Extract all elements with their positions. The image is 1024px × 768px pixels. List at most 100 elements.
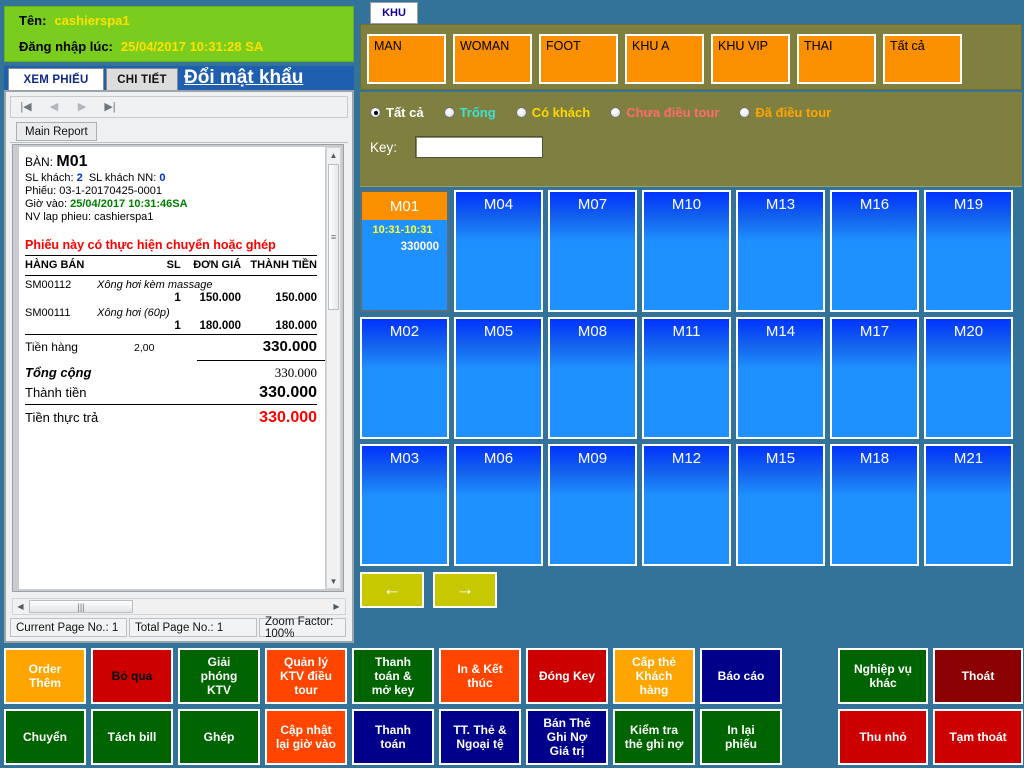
right-panel: KHU MAN WOMAN FOOT KHU A KHU VIP THAI Tấ… <box>358 0 1024 645</box>
radio-chua-dieu-tour[interactable]: Chưa điều tour <box>610 105 719 120</box>
button-giai-phong-ktv[interactable]: GiảiphóngKTV <box>178 648 260 704</box>
login-time-row: Đăng nhập lúc: 25/04/2017 10:31:28 SA <box>5 33 353 59</box>
button-tach-bill[interactable]: Tách bill <box>91 709 173 765</box>
button-ghep[interactable]: Ghép <box>178 709 260 765</box>
table-cell-name: M18 <box>832 450 917 467</box>
horizontal-scroll-thumb[interactable]: ||| <box>29 600 133 613</box>
table-cell-name: M14 <box>738 323 823 340</box>
button-kiem-tra-the-ghi-no[interactable]: Kiểm trathẻ ghi nợ <box>613 709 695 765</box>
radio-trong[interactable]: Trống <box>444 105 496 120</box>
table-cell-m11[interactable]: M11 <box>642 317 731 439</box>
receipt-col-goods: HÀNG BÁN <box>25 259 134 271</box>
receipt-vertical-scrollbar[interactable]: ▲ ≡ ▼ <box>326 147 341 589</box>
receipt-payable-amount: 330.000 <box>192 409 317 427</box>
last-page-icon[interactable]: ▶| <box>103 100 117 114</box>
button-bo-qua[interactable]: Bỏ qua <box>91 648 173 704</box>
table-cell-m04[interactable]: M04 <box>454 190 543 312</box>
receipt-col-qty: SL <box>134 259 181 271</box>
table-cell-m13[interactable]: M13 <box>736 190 825 312</box>
tab-xem-phieu[interactable]: XEM PHIẾU <box>8 68 104 90</box>
next-page-icon[interactable]: ▶ <box>75 100 89 114</box>
receipt-scroll-area: BÀN: M01 SL khách: 2 SL khách NN: 0 Phiế… <box>12 144 344 592</box>
zone-button-foot[interactable]: FOOT <box>539 34 618 84</box>
table-cell-m06[interactable]: M06 <box>454 444 543 566</box>
table-cell-m07[interactable]: M07 <box>548 190 637 312</box>
login-name-value: cashierspa1 <box>54 13 129 28</box>
button-chuyen[interactable]: Chuyển <box>4 709 86 765</box>
prev-page-icon[interactable]: ◀ <box>47 100 61 114</box>
table-cell-name: M15 <box>738 450 823 467</box>
button-tt-the-ngoai-te[interactable]: TT. Thẻ &Ngoại tệ <box>439 709 521 765</box>
table-cell-m15[interactable]: M15 <box>736 444 825 566</box>
receipt-horizontal-scrollbar[interactable]: ◀ ||| ▶ <box>12 598 346 615</box>
table-cell-name: M04 <box>456 196 541 213</box>
button-quan-ly-ktv-dieu-tour[interactable]: Quản lýKTV điềutour <box>265 648 347 704</box>
button-tam-thoat[interactable]: Tạm thoát <box>933 709 1023 765</box>
radio-co-khach[interactable]: Có khách <box>516 105 591 120</box>
key-input[interactable] <box>415 136 543 158</box>
receipt-item: SM00111 Xông hơi (60p) 1 180.000 180.000 <box>25 307 317 332</box>
table-cell-m02[interactable]: M02 <box>360 317 449 439</box>
table-cell-m01[interactable]: M01 10:31-10:31 330000 <box>360 190 449 312</box>
button-order-them[interactable]: OrderThêm <box>4 648 86 704</box>
table-cell-m16[interactable]: M16 <box>830 190 919 312</box>
button-ban-the-ghi-no-gia-tri[interactable]: Bán ThẻGhi NợGiá trị <box>526 709 608 765</box>
button-thu-nho[interactable]: Thu nhỏ <box>838 709 928 765</box>
table-cell-m09[interactable]: M09 <box>548 444 637 566</box>
receipt-notice: Phiếu này có thực hiện chuyển hoặc ghép <box>25 238 317 252</box>
zone-button-woman[interactable]: WOMAN <box>453 34 532 84</box>
radio-tat-ca[interactable]: Tất cả <box>370 105 424 120</box>
table-cell-m03[interactable]: M03 <box>360 444 449 566</box>
radio-da-dieu-tour[interactable]: Đã điều tour <box>739 105 831 120</box>
scroll-down-icon[interactable]: ▼ <box>327 574 340 588</box>
table-cell-m08[interactable]: M08 <box>548 317 637 439</box>
receipt-col-price: ĐƠN GIÁ <box>181 259 241 271</box>
scroll-up-icon[interactable]: ▲ <box>327 148 340 162</box>
button-bao-cao[interactable]: Báo cáo <box>700 648 782 704</box>
tab-chi-tiet[interactable]: CHI TIẾT <box>106 68 178 90</box>
table-cell-m19[interactable]: M19 <box>924 190 1013 312</box>
table-cell-m21[interactable]: M21 <box>924 444 1013 566</box>
button-thanh-toan[interactable]: Thanhtoán <box>352 709 434 765</box>
table-cell-m18[interactable]: M18 <box>830 444 919 566</box>
table-cell-name: M13 <box>738 196 823 213</box>
scroll-left-icon[interactable]: ◀ <box>13 602 28 611</box>
receipt-table-row: BÀN: M01 <box>25 153 317 171</box>
zone-button-group: MAN WOMAN FOOT KHU A KHU VIP THAI Tất cả <box>367 34 962 84</box>
zone-button-man[interactable]: MAN <box>367 34 446 84</box>
zone-button-tat-ca[interactable]: Tất cả <box>883 34 962 84</box>
button-cap-the-khach-hang[interactable]: Cấp thẻKháchhàng <box>613 648 695 704</box>
button-in-lai-phieu[interactable]: In lạiphiếu <box>700 709 782 765</box>
prev-page-button[interactable]: ← <box>360 572 424 608</box>
radio-dot-icon <box>610 107 621 118</box>
zone-button-khu-vip[interactable]: KHU VIP <box>711 34 790 84</box>
tab-khu[interactable]: KHU <box>370 2 418 24</box>
table-cell-m10[interactable]: M10 <box>642 190 731 312</box>
tab-main-report[interactable]: Main Report <box>16 122 97 141</box>
button-nghiep-vu-khac[interactable]: Nghiệp vụkhác <box>838 648 928 704</box>
table-cell-m12[interactable]: M12 <box>642 444 731 566</box>
scroll-right-icon[interactable]: ▶ <box>329 602 344 611</box>
action-button-bar: OrderThêm Chuyển Bỏ qua Tách bill Giảiph… <box>0 648 1024 768</box>
receipt-columns-header: HÀNG BÁN SL ĐƠN GIÁ THÀNH TIỀN <box>25 258 317 273</box>
button-thanh-toan-mo-key[interactable]: Thanhtoán &mở key <box>352 648 434 704</box>
zone-button-thai[interactable]: THAI <box>797 34 876 84</box>
table-cell-m05[interactable]: M05 <box>454 317 543 439</box>
button-cap-nhat-lai-gio-vao[interactable]: Cập nhậtlại giờ vào <box>265 709 347 765</box>
table-cell-m14[interactable]: M14 <box>736 317 825 439</box>
vertical-scroll-thumb[interactable]: ≡ <box>328 164 339 310</box>
button-thoat[interactable]: Thoát <box>933 648 1023 704</box>
receipt-divider-top <box>25 255 317 256</box>
zone-button-khu-a[interactable]: KHU A <box>625 34 704 84</box>
button-dong-key[interactable]: Đóng Key <box>526 648 608 704</box>
next-page-button[interactable]: → <box>433 572 497 608</box>
button-in-ket-thuc[interactable]: In & Kếtthúc <box>439 648 521 704</box>
first-page-icon[interactable]: |◀ <box>19 100 33 114</box>
table-cell-m20[interactable]: M20 <box>924 317 1013 439</box>
receipt-guests-foreign-value: 0 <box>159 172 165 184</box>
left-panel: Tên: cashierspa1 Đăng nhập lúc: 25/04/20… <box>0 0 358 645</box>
change-password-link[interactable]: Đổi mật khẩu <box>184 66 303 90</box>
receipt-guests-value: 2 <box>77 172 83 184</box>
table-cell-name: M03 <box>362 450 447 467</box>
table-cell-m17[interactable]: M17 <box>830 317 919 439</box>
